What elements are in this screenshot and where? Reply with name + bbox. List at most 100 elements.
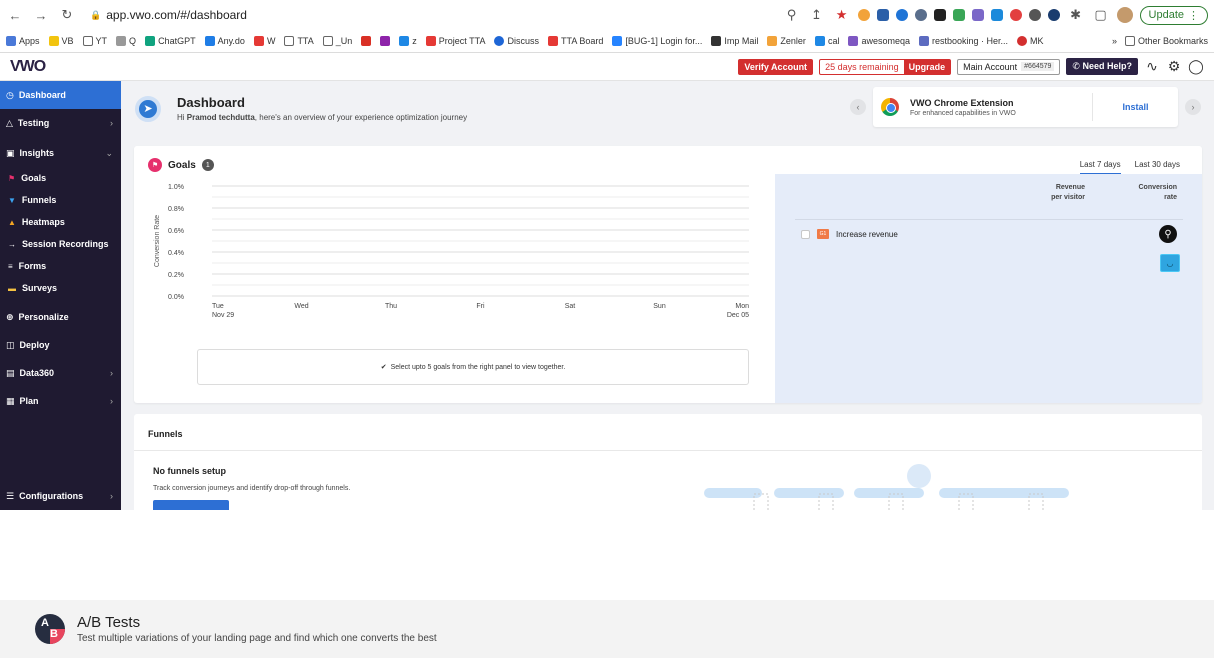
list-item[interactable]: G1 Increase revenue [801,229,898,239]
sidebar-item-dashboard[interactable]: ◷ Dashboard [0,81,121,109]
panel-divider [795,219,1183,220]
carousel-next-button[interactable]: › [1185,99,1201,115]
bookmark-item[interactable]: Any.do [204,36,245,46]
bookmark-icon [711,36,722,46]
tab-last-30-days[interactable]: Last 30 days [1135,160,1180,175]
bookmark-item[interactable]: restbooking · Her... [918,36,1008,46]
sidebar-item-forms[interactable]: ≡ Forms [0,255,121,277]
bookmark-item[interactable]: TTA Board [548,36,603,46]
logo-letter-a: A [41,617,49,629]
widget-icon[interactable]: ◡ [1160,254,1180,272]
share-icon[interactable]: ↥ [808,7,826,23]
sidebar-item-insights[interactable]: ▣ Insights ⌄ [0,139,121,167]
revenue-column-header[interactable]: Revenue per visitor [1019,183,1085,203]
sidebar-item-data360[interactable]: ▤ Data360 › [0,359,121,387]
bookmark-item[interactable]: MK [1017,36,1044,46]
goal-checkbox[interactable] [801,229,810,239]
bookmark-item[interactable]: [BUG-1] Login for... [612,36,702,46]
bookmark-item[interactable]: VB [48,36,74,46]
logo-letter-b: B [50,628,58,640]
sidebar-item-configurations[interactable]: ☰ Configurations › [0,482,121,510]
profile-avatar[interactable] [1116,7,1133,23]
bookmark-item[interactable]: W [253,36,275,46]
sidepanel-icon[interactable]: ▢ [1092,7,1110,23]
vwo-logo[interactable]: VWO [10,58,46,76]
heatmap-icon: ▲ [8,217,16,227]
extension-icon[interactable] [990,9,1003,21]
bookmark-item[interactable]: Discuss [494,36,539,46]
extension-icon[interactable] [952,9,965,21]
bookmark-item[interactable]: YT [82,36,107,46]
extension-icon[interactable] [1009,9,1022,21]
sidebar-item-plan[interactable]: ▦ Plan › [0,387,121,415]
check-icon: ✔ [380,364,387,371]
survey-icon: ▬ [8,283,16,293]
gear-icon[interactable]: ⚙ [1166,58,1182,75]
location-pin-icon[interactable]: ⚲ [1159,225,1177,243]
create-funnel-button[interactable] [153,500,229,510]
bookmark-item[interactable]: cal [814,36,839,46]
sliders-icon: ☰ [6,490,15,501]
chevron-right-icon: › [110,368,113,378]
update-button[interactable]: Update ⋮ [1139,5,1208,25]
account-switcher[interactable]: Main Account #664579 [957,58,1061,75]
bookmark-item[interactable]: Apps [6,36,40,46]
bookmark-item[interactable]: _Un [322,36,352,46]
activity-icon[interactable]: ∿ [1144,58,1160,75]
bookmark-icon [918,36,929,46]
sidebar-item-heatmaps[interactable]: ▲ Heatmaps [0,211,121,233]
extension-icon[interactable] [895,9,908,21]
key-icon[interactable]: ⚲ [783,7,801,23]
sidebar-item-deploy[interactable]: ◫ Deploy [0,331,121,359]
carousel-prev-button[interactable]: ‹ [850,99,866,115]
extension-icon[interactable] [1047,9,1060,21]
more-bookmarks-button[interactable]: » [1112,36,1117,46]
bookmark-item[interactable] [361,36,372,46]
extension-icon[interactable] [971,9,984,21]
funnel-illustration [704,464,1069,510]
upgrade-button[interactable]: Upgrade [903,59,951,74]
kebab-icon: ⋮ [1188,9,1199,22]
sidebar-item-surveys[interactable]: ▬ Surveys [0,277,121,299]
install-button[interactable]: Install [1092,93,1178,121]
update-label: Update [1148,9,1184,21]
bookmark-item[interactable]: Project TTA [425,36,485,46]
bookmark-item[interactable]: Zenler [767,36,806,46]
sidebar-item-funnels[interactable]: ▼ Funnels [0,189,121,211]
sidebar-item-goals[interactable]: ⚑ Goals [0,167,121,189]
bookmark-item[interactable]: ChatGPT [145,36,196,46]
bookmark-item[interactable]: Imp Mail [711,36,758,46]
forward-icon[interactable]: → [32,8,50,23]
puzzle-icon[interactable]: ✱ [1067,7,1085,23]
reload-icon[interactable]: ↻ [58,7,76,23]
bookmark-item[interactable]: Q [116,36,136,46]
goals-chart: 1.0% 0.8% 0.6% 0.4% 0.2% 0.0% Conversion Rate T… [154,184,749,319]
bookmark-item[interactable]: z [399,36,417,46]
extension-icon[interactable] [876,9,889,21]
need-help-button[interactable]: ✆ Need Help? [1066,58,1138,75]
extension-icon[interactable] [933,9,946,21]
star-icon[interactable]: ★ [833,7,851,23]
sidebar-item-personalize[interactable]: ⊕ Personalize [0,303,121,331]
extension-icon[interactable] [914,9,927,21]
tab-last-7-days[interactable]: Last 7 days [1079,160,1121,175]
bookmark-item[interactable] [380,36,391,46]
user-icon[interactable]: ◯ [1188,58,1204,75]
extension-icon[interactable] [1028,9,1041,21]
extension-icon[interactable] [857,9,870,21]
bookmark-item[interactable]: awesomeqa [848,36,910,46]
address-bar[interactable]: 🔒 app.vwo.com/#/dashboard [90,8,247,22]
other-bookmarks[interactable]: Other Bookmarks [1124,36,1208,46]
folder-icon [284,36,295,46]
conversion-column-header[interactable]: Conversion rate [1115,183,1177,203]
recording-icon: → [8,239,16,249]
bookmark-item[interactable]: TTA [284,36,314,46]
sidebar-item-testing[interactable]: △ Testing › [0,109,121,137]
empty-state-title: No funnels setup [153,466,227,476]
bookmark-icon [548,36,558,46]
chevron-right-icon: › [110,396,113,406]
app-topbar: VWO Verify Account 25 days remaining Upg… [0,53,1214,81]
sidebar-item-session-recordings[interactable]: → Session Recordings [0,233,121,255]
verify-account-button[interactable]: Verify Account [738,58,814,75]
back-icon[interactable]: ← [6,8,24,23]
